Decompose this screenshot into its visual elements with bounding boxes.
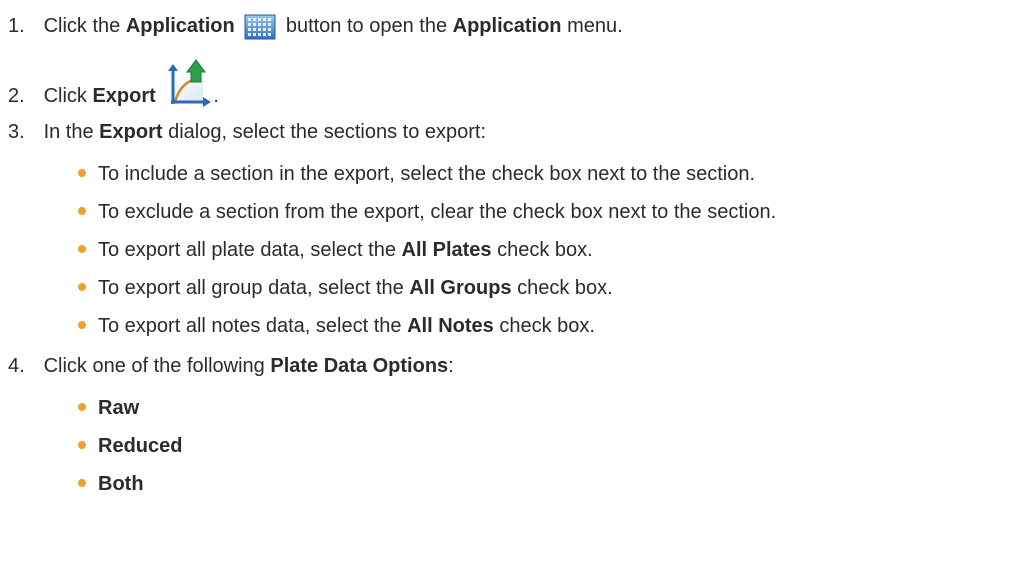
- step-text: Click one of the following: [43, 355, 271, 377]
- instructions-document: 1. Click the Application button to open …: [0, 0, 1009, 561]
- step-text: button to open the: [280, 15, 453, 37]
- ui-term: Application: [125, 15, 235, 37]
- bullet-icon: [78, 402, 86, 411]
- bullet-text: check box.: [493, 315, 595, 337]
- ui-term: Export: [99, 121, 163, 143]
- step-text: Click the: [43, 15, 126, 37]
- ui-term: Plate Data Options: [270, 355, 449, 377]
- step-number: 2.: [8, 85, 25, 107]
- bullet-text: To include a section in the export, sele…: [98, 163, 756, 185]
- list-item: To include a section in the export, sele…: [78, 160, 755, 188]
- application-grid-icon: [244, 14, 276, 40]
- list-item: To exclude a section from the export, cl…: [78, 198, 776, 226]
- step-text: Click: [43, 85, 93, 107]
- step-1: 1. Click the Application button to open …: [0, 12, 623, 40]
- step-2: 2. Click Export .: [0, 58, 219, 110]
- step-number: 3.: [8, 121, 25, 143]
- step-text: menu.: [561, 15, 623, 37]
- bullet-icon: [78, 282, 86, 291]
- bullet-text: check box.: [491, 239, 593, 261]
- list-item: To export all plate data, select the All…: [78, 236, 593, 264]
- bullet-text: To export all group data, select the: [98, 277, 410, 299]
- ui-term: Application: [452, 15, 562, 37]
- step-text: :: [448, 355, 454, 377]
- list-item: To export all notes data, select the All…: [78, 312, 595, 340]
- bullet-icon: [78, 478, 86, 487]
- bullet-text: To export all plate data, select the: [98, 239, 402, 261]
- bullet-text: To export all notes data, select the: [98, 315, 408, 337]
- ui-term: All Groups: [409, 277, 512, 299]
- bullet-text: check box.: [511, 277, 613, 299]
- bullet-text: To exclude a section from the export, cl…: [98, 201, 777, 223]
- bullet-icon: [78, 168, 86, 177]
- step-text: In the: [43, 121, 100, 143]
- list-item: Reduced: [78, 432, 182, 460]
- step-number: 1.: [8, 15, 25, 37]
- step-4: 4. Click one of the following Plate Data…: [0, 352, 454, 380]
- step-text: dialog, select the sections to export:: [162, 121, 487, 143]
- list-item: Both: [78, 470, 144, 498]
- ui-term: All Notes: [407, 315, 494, 337]
- ui-term: Export: [92, 85, 156, 107]
- step-3: 3. In the Export dialog, select the sect…: [0, 118, 486, 146]
- bullet-icon: [78, 440, 86, 449]
- ui-term: All Plates: [401, 239, 492, 261]
- bullet-icon: [78, 244, 86, 253]
- step-number: 4.: [8, 355, 25, 377]
- step-text: .: [213, 85, 219, 107]
- option-both: Both: [98, 473, 144, 495]
- option-reduced: Reduced: [98, 435, 183, 457]
- bullet-icon: [78, 206, 86, 215]
- list-item: Raw: [78, 394, 139, 422]
- bullet-icon: [78, 320, 86, 329]
- option-raw: Raw: [98, 397, 140, 419]
- list-item: To export all group data, select the All…: [78, 274, 613, 302]
- export-chart-icon: [165, 58, 213, 110]
